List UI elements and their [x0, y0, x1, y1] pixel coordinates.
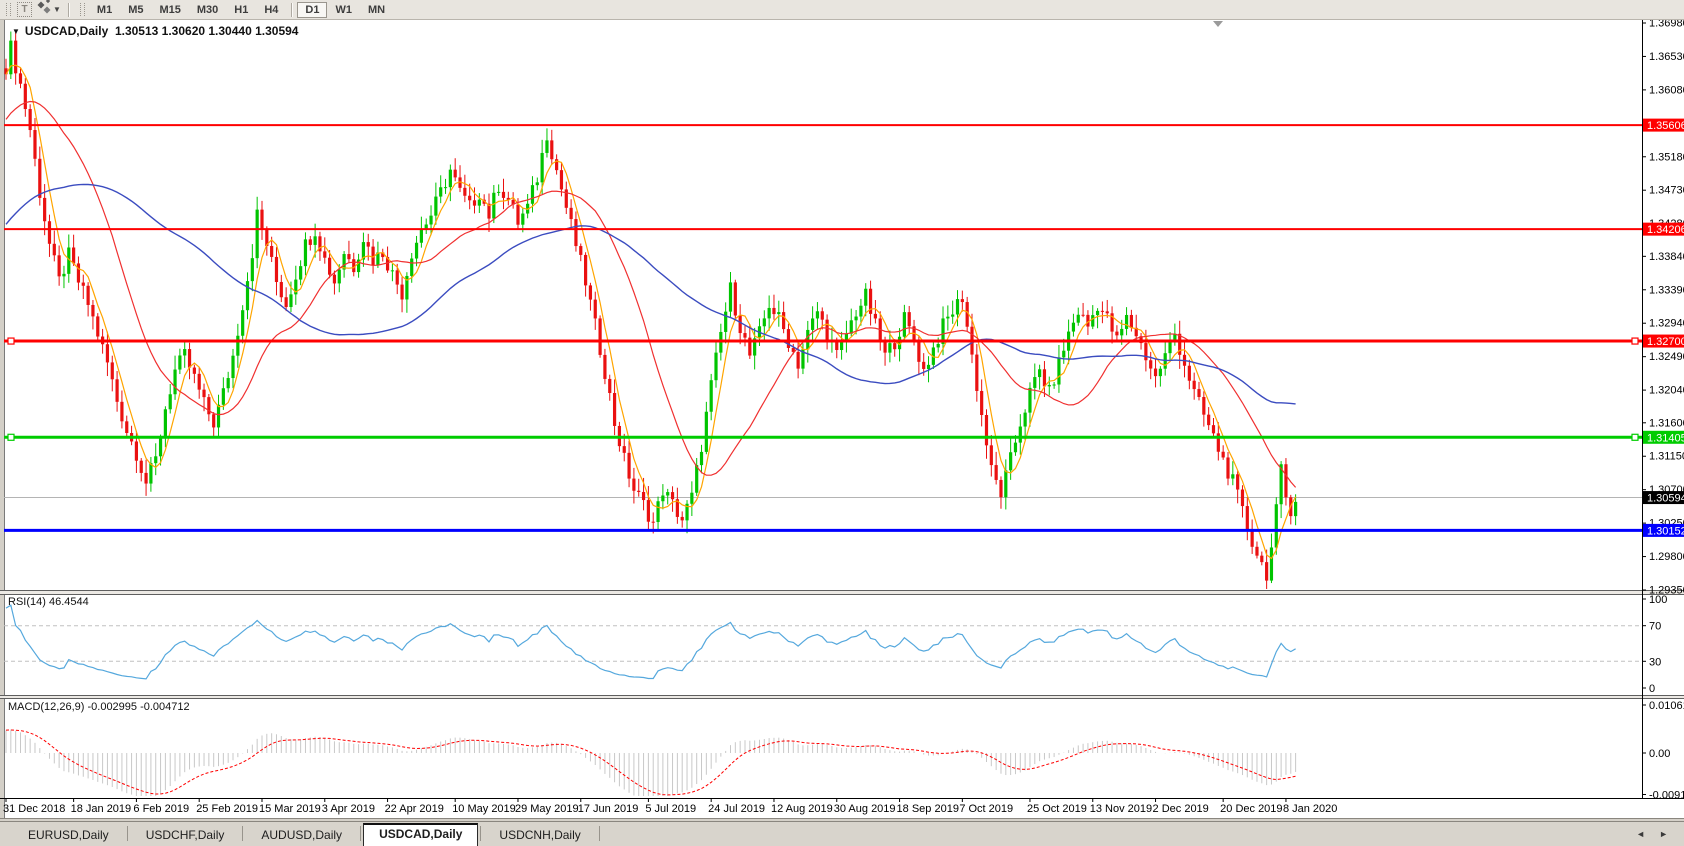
rsi-indicator-label: RSI(14) 46.4544 [8, 596, 89, 608]
svg-text:25 Oct 2019: 25 Oct 2019 [1027, 803, 1087, 815]
macd-current-values: -0.002995 -0.004712 [87, 701, 189, 713]
svg-text:70: 70 [1649, 621, 1661, 633]
svg-text:1.34206: 1.34206 [1647, 224, 1684, 236]
chart-tab-audusd[interactable]: AUDUSD,Daily [245, 825, 358, 846]
axis-price-tag-1.35606: 1.35606 [1643, 119, 1684, 133]
svg-text:12 Aug 2019: 12 Aug 2019 [771, 803, 833, 815]
arrows-diamond-icon [36, 0, 52, 20]
timeframe-button-m30[interactable]: M30 [189, 2, 226, 18]
svg-text:100: 100 [1649, 594, 1667, 606]
tab-separator [360, 826, 361, 841]
rsi-current-value: 46.4544 [49, 596, 89, 608]
svg-text:5 Jul 2019: 5 Jul 2019 [645, 803, 696, 815]
svg-text:1.35180: 1.35180 [1649, 151, 1684, 163]
toolbar-grip [80, 3, 85, 16]
svg-text:1.33390: 1.33390 [1649, 284, 1684, 296]
axis-price-tag-1.32700: 1.32700 [1643, 335, 1684, 349]
chart-title: ▼ USDCAD,Daily 1.30513 1.30620 1.30440 1.… [12, 24, 298, 38]
svg-text:22 Apr 2019: 22 Apr 2019 [385, 803, 444, 815]
dropdown-caret-icon[interactable]: ▼ [53, 5, 61, 14]
timeframe-button-m15[interactable]: M15 [151, 2, 188, 18]
timeframe-button-d1[interactable]: D1 [297, 2, 327, 18]
axis-price-tag-1.30152: 1.30152 [1643, 524, 1684, 538]
svg-text:25 Feb 2019: 25 Feb 2019 [196, 803, 258, 815]
svg-text:1.32700: 1.32700 [1647, 336, 1684, 348]
svg-text:1.34730: 1.34730 [1649, 185, 1684, 197]
axis-price-tag-1.30594: 1.30594 [1643, 491, 1684, 505]
svg-text:0: 0 [1649, 683, 1655, 695]
svg-text:29 May 2019: 29 May 2019 [515, 803, 579, 815]
chart-tab-usdchf[interactable]: USDCHF,Daily [130, 825, 241, 846]
text-tool-button[interactable]: T [16, 2, 33, 17]
timeframe-button-w1[interactable]: W1 [327, 2, 360, 18]
svg-text:31 Dec 2018: 31 Dec 2018 [3, 803, 65, 815]
svg-text:18 Jan 2019: 18 Jan 2019 [71, 803, 132, 815]
macd-indicator-label: MACD(12,26,9) -0.002995 -0.004712 [8, 701, 190, 713]
svg-text:30: 30 [1649, 656, 1661, 668]
svg-text:1.32940: 1.32940 [1649, 318, 1684, 330]
chart-tab-usdcnh[interactable]: USDCNH,Daily [483, 825, 596, 846]
price-chart-canvas: 1.369801.365301.360801.351801.347301.342… [0, 0, 1684, 821]
svg-text:15 Mar 2019: 15 Mar 2019 [259, 803, 321, 815]
tabs-holder: EURUSD,DailyUSDCHF,DailyAUDUSD,DailyUSDC… [12, 823, 602, 846]
svg-text:24 Jul 2019: 24 Jul 2019 [708, 803, 765, 815]
svg-text:17 Jun 2019: 17 Jun 2019 [578, 803, 639, 815]
chart-tab-usdcad[interactable]: USDCAD,Daily [363, 823, 478, 846]
svg-text:1.32040: 1.32040 [1649, 385, 1684, 397]
toolbar-separator [291, 3, 292, 17]
svg-text:6 Feb 2019: 6 Feb 2019 [133, 803, 189, 815]
tab-scroll-arrows: ◄ ► [1636, 829, 1668, 839]
scroll-right-arrow-icon[interactable]: ► [1659, 829, 1668, 839]
top-toolbar: T ▼ M1M5M15M30H1H4 D1W1MN [0, 0, 1684, 20]
svg-text:-0.009181: -0.009181 [1649, 790, 1684, 802]
svg-text:1.30152: 1.30152 [1647, 525, 1684, 537]
svg-text:1.36530: 1.36530 [1649, 51, 1684, 63]
svg-text:20 Dec 2019: 20 Dec 2019 [1220, 803, 1282, 815]
text-tool-icon: T [17, 2, 32, 17]
svg-text:1.29800: 1.29800 [1649, 551, 1684, 563]
axis-price-tag-1.34206: 1.34206 [1643, 223, 1684, 237]
toolbar-separator [68, 3, 69, 17]
timeframe-button-group: M1M5M15M30H1H4 D1W1MN [89, 2, 393, 18]
svg-text:30 Aug 2019: 30 Aug 2019 [834, 803, 896, 815]
scroll-left-arrow-icon[interactable]: ◄ [1636, 829, 1645, 839]
svg-text:1.31600: 1.31600 [1649, 417, 1684, 429]
timeframe-button-m5[interactable]: M5 [120, 2, 151, 18]
tab-separator [127, 826, 128, 841]
svg-text:3 Apr 2019: 3 Apr 2019 [322, 803, 375, 815]
svg-text:10 May 2019: 10 May 2019 [452, 803, 516, 815]
rsi-name: RSI(14) [8, 596, 46, 608]
svg-text:13 Nov 2019: 13 Nov 2019 [1090, 803, 1152, 815]
tab-separator [242, 826, 243, 841]
chart-ohlc-values: 1.30513 1.30620 1.30440 1.30594 [115, 24, 299, 38]
chart-tab-eurusd[interactable]: EURUSD,Daily [12, 825, 125, 846]
timeframe-button-m1[interactable]: M1 [89, 2, 120, 18]
svg-text:2 Dec 2019: 2 Dec 2019 [1153, 803, 1209, 815]
chart-tab-bar: EURUSD,DailyUSDCHF,DailyAUDUSD,DailyUSDC… [0, 821, 1684, 846]
macd-name: MACD(12,26,9) [8, 701, 84, 713]
svg-text:1.35606: 1.35606 [1647, 120, 1684, 132]
svg-text:7 Oct 2019: 7 Oct 2019 [959, 803, 1013, 815]
svg-text:0.010615: 0.010615 [1649, 700, 1684, 712]
svg-text:1.33840: 1.33840 [1649, 251, 1684, 263]
svg-text:1.32490: 1.32490 [1649, 351, 1684, 363]
chart-symbol-period: USDCAD,Daily [25, 24, 108, 38]
timeframe-button-h4[interactable]: H4 [256, 2, 286, 18]
toolbar-grip [6, 3, 11, 16]
arrow-style-button[interactable] [35, 2, 52, 17]
svg-text:0.00: 0.00 [1649, 748, 1670, 760]
svg-text:18 Sep 2019: 18 Sep 2019 [897, 803, 959, 815]
svg-text:1.30594: 1.30594 [1647, 493, 1684, 505]
timeframe-button-h1[interactable]: H1 [226, 2, 256, 18]
timeframe-button-mn[interactable]: MN [360, 2, 393, 18]
tab-separator [480, 826, 481, 841]
axis-price-tag-1.31405: 1.31405 [1643, 431, 1684, 445]
svg-text:1.36080: 1.36080 [1649, 84, 1684, 96]
svg-text:1.31405: 1.31405 [1647, 432, 1684, 444]
svg-text:8 Jan 2020: 8 Jan 2020 [1283, 803, 1337, 815]
tab-separator [599, 826, 600, 841]
chart-collapse-icon[interactable]: ▼ [12, 27, 20, 36]
svg-text:1.31150: 1.31150 [1649, 451, 1684, 463]
